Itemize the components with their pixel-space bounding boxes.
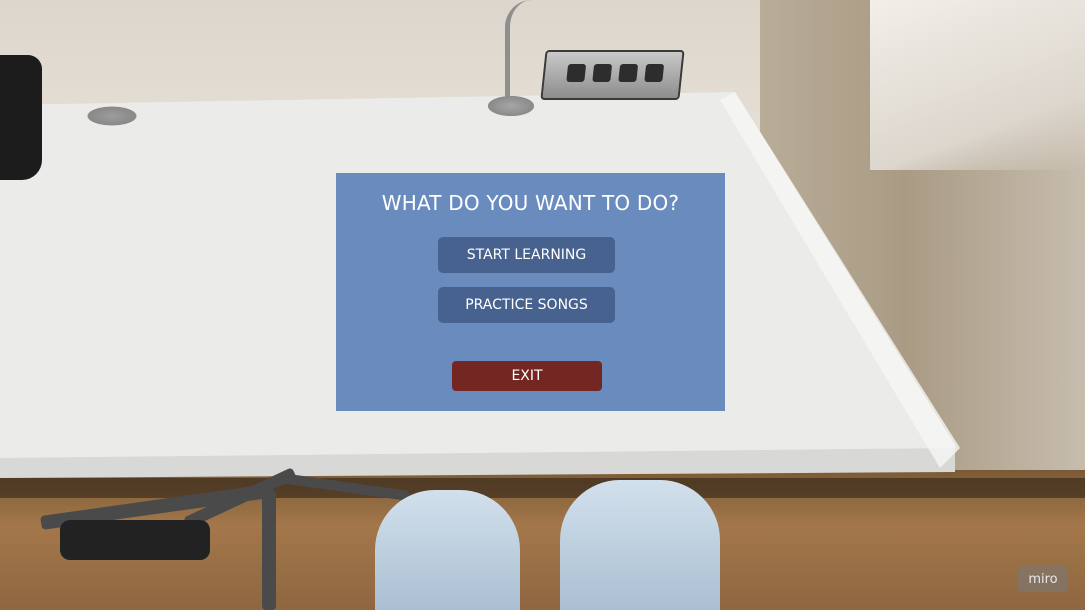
menu-title: WHAT DO YOU WANT TO DO? [381,191,680,215]
socket [566,64,587,82]
main-menu-panel: WHAT DO YOU WANT TO DO? START LEARNING P… [336,173,725,411]
dark-object [0,55,42,180]
socket [618,64,639,82]
right-knee [560,480,720,610]
left-knee [375,490,520,610]
ar-camera-view: WHAT DO YOU WANT TO DO? START LEARNING P… [0,0,1085,610]
power-strip [540,50,685,100]
exit-button[interactable]: EXIT [452,361,602,391]
socket [644,64,665,82]
chair-base [60,520,210,560]
socket [592,64,613,82]
lamp-cable [505,0,532,108]
chair-leg [262,490,276,610]
miro-watermark: miro [1018,566,1068,592]
lamp-base [488,96,534,116]
cable-grommet [86,106,138,126]
start-learning-button[interactable]: START LEARNING [438,237,615,273]
practice-songs-button[interactable]: PRACTICE SONGS [438,287,615,323]
